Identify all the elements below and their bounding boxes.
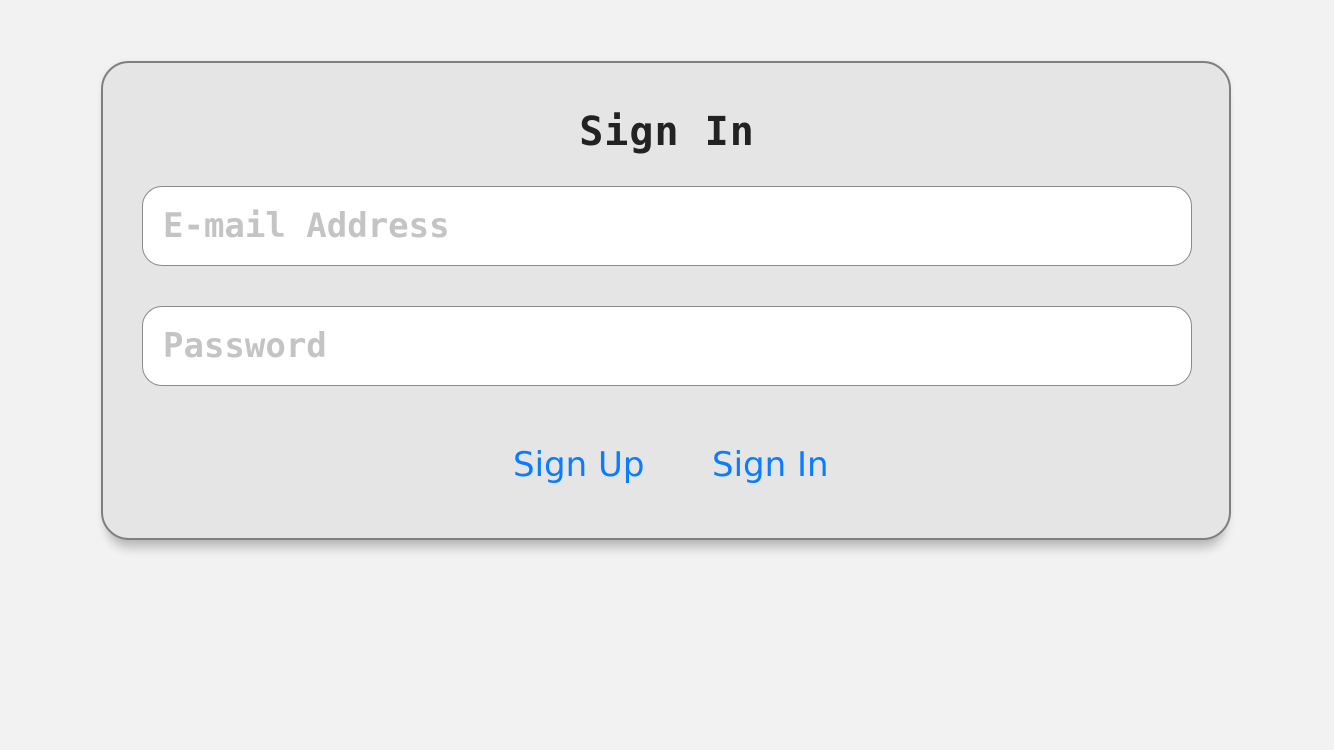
page-title: Sign In xyxy=(579,109,755,155)
sign-up-button[interactable]: Sign Up xyxy=(513,440,644,490)
sign-in-button[interactable]: Sign In xyxy=(712,440,829,490)
email-field[interactable] xyxy=(142,186,1192,266)
password-field[interactable] xyxy=(142,306,1192,386)
